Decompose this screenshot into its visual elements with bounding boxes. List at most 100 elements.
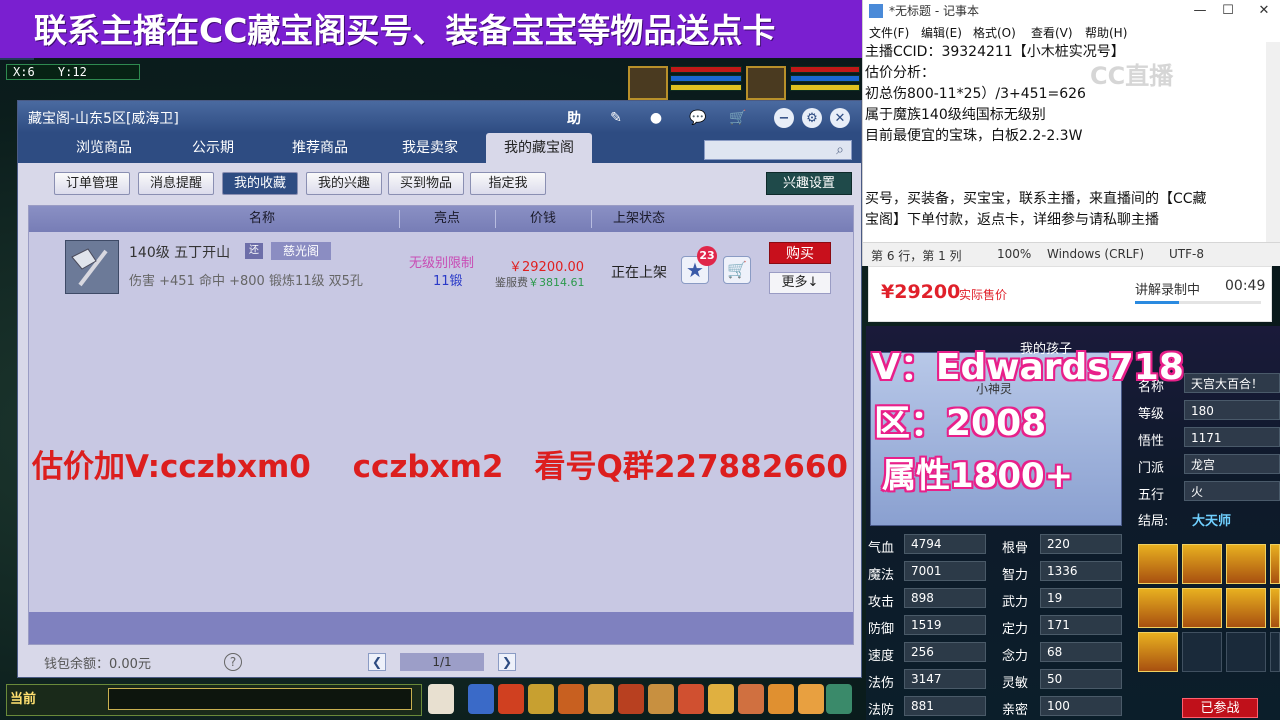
search-input[interactable] [704, 140, 852, 160]
interest-settings-button[interactable]: 兴趣设置 [766, 172, 852, 195]
chat-icon[interactable]: 💬 [686, 107, 710, 129]
record-icon[interactable]: ● [644, 107, 668, 129]
settings-icon[interactable]: ⚙ [802, 108, 822, 128]
coord-y: Y:12 [57, 65, 87, 79]
info-value-element: 火 [1184, 481, 1280, 501]
empty-skill-slot[interactable] [1270, 632, 1280, 672]
table-row[interactable]: 140级 五丁开山 还 慈光阁 伤害 +451 命中 +800 锻炼11级 双5… [29, 234, 853, 298]
skill-slot-icon[interactable] [1270, 588, 1280, 628]
skill-slot-icon[interactable] [1138, 544, 1178, 584]
skill-slot-icon[interactable] [1226, 544, 1266, 584]
info-value-insight: 1171 [1184, 427, 1280, 447]
notepad-line [865, 147, 1269, 168]
menu-edit[interactable]: 编辑(E) [921, 24, 962, 41]
tab-publicity[interactable]: 公示期 [168, 133, 258, 163]
item-quickslot-icon[interactable] [738, 684, 764, 714]
notepad-line: 初总伤800-11*25）/3+451=626 [865, 86, 1086, 102]
ending-value: 大天师 [1192, 514, 1232, 529]
skill-slot-icon[interactable] [1226, 588, 1266, 628]
item-quickslot-icon[interactable] [708, 684, 734, 714]
more-button[interactable]: 更多↓ [769, 272, 831, 294]
page-next-button[interactable]: ❯ [498, 653, 516, 671]
menu-format[interactable]: 格式(O) [973, 24, 1016, 41]
stat-value: 3147 [904, 669, 986, 689]
item-quickslot-icon[interactable] [588, 684, 614, 714]
recording-time: 00:49 [1225, 278, 1266, 294]
skill-slot-icon[interactable] [1182, 544, 1222, 584]
help-button[interactable]: 助 [562, 107, 586, 129]
stat-value: 7001 [904, 561, 986, 581]
player-portrait[interactable] [746, 66, 786, 100]
my-favorites-button[interactable]: 我的收藏 [222, 172, 298, 195]
info-value-level: 180 [1184, 400, 1280, 420]
pet-status-bars [670, 66, 742, 100]
axe-icon[interactable] [65, 240, 119, 294]
menu-file[interactable]: 文件(F) [869, 24, 909, 41]
info-label: 名称 [1138, 380, 1165, 395]
line-ending: Windows (CRLF) [1047, 247, 1145, 261]
empty-skill-slot[interactable] [1182, 632, 1222, 672]
tab-recommended[interactable]: 推荐商品 [268, 133, 372, 163]
add-to-cart-button[interactable]: 🛒 [723, 256, 751, 284]
item-quickslot-icon[interactable] [528, 684, 554, 714]
chat-channel-label[interactable]: 当前 [10, 688, 36, 707]
col-name: 名称 [248, 211, 275, 226]
close-icon[interactable]: ✕ [1249, 0, 1279, 22]
notepad-window: *无标题 - 记事本 — ☐ ✕ 文件(F) 编辑(E) 格式(O) 查看(V)… [862, 0, 1280, 266]
edit-icon[interactable]: ✎ [604, 107, 628, 129]
purchased-items-button[interactable]: 买到物品 [388, 172, 464, 195]
list-footer-bar [29, 612, 853, 644]
minimize-icon[interactable]: — [1185, 0, 1215, 22]
minimize-icon[interactable]: − [774, 108, 794, 128]
item-name: 140级 五丁开山 [129, 245, 231, 261]
stat-label: 亲密 [1002, 703, 1029, 718]
encoding: UTF-8 [1169, 247, 1204, 261]
tab-my-pavilion[interactable]: 我的藏宝阁 [486, 133, 592, 163]
cursor-position: 第 6 行，第 1 列 [871, 249, 962, 263]
item-quickslot-icon[interactable] [798, 684, 824, 714]
actual-price-label: 实际售价 [959, 288, 1008, 302]
page-prev-button[interactable]: ❮ [368, 653, 386, 671]
close-icon[interactable]: ✕ [830, 108, 850, 128]
item-quickslot-icon[interactable] [768, 684, 794, 714]
designated-me-button[interactable]: 指定我 [470, 172, 546, 195]
notepad-text-area[interactable]: 主播CCID：39324211【小木桩实况号】 估价分析： 初总伤800-11*… [863, 42, 1269, 242]
stat-value: 68 [1040, 642, 1122, 662]
item-quickslot-icon[interactable] [678, 684, 704, 714]
empty-skill-slot[interactable] [1226, 632, 1266, 672]
sword-icon[interactable] [468, 684, 494, 714]
window-titlebar[interactable]: 藏宝阁-山东5区[威海卫] 助 ✎ ● 💬 🛒 − ⚙ ✕ [18, 101, 861, 133]
pet-portrait[interactable] [628, 66, 668, 100]
buy-button[interactable]: 购买 [769, 242, 831, 264]
help-icon[interactable]: ? [224, 653, 242, 671]
item-quickslot-icon[interactable] [648, 684, 674, 714]
notepad-line: 目前最便宜的宝珠，白板2.2-2.3W [865, 128, 1083, 144]
message-reminder-button[interactable]: 消息提醒 [138, 172, 214, 195]
skill-slot-icon[interactable] [1138, 588, 1178, 628]
tab-browse[interactable]: 浏览商品 [52, 133, 156, 163]
item-tag-badge: 还 [245, 243, 263, 259]
col-highlight: 亮点 [433, 211, 460, 226]
menu-view[interactable]: 查看(V) [1031, 24, 1073, 41]
maximize-icon[interactable]: ☐ [1213, 0, 1243, 22]
chat-input[interactable] [108, 688, 412, 710]
tab-seller[interactable]: 我是卖家 [378, 133, 482, 163]
item-quickslot-icon[interactable] [558, 684, 584, 714]
ending-label: 结局: [1138, 514, 1169, 529]
my-interests-button[interactable]: 我的兴趣 [306, 172, 382, 195]
panda-icon[interactable] [428, 684, 454, 714]
skill-slot-icon[interactable] [1182, 588, 1222, 628]
skill-slot-icon[interactable] [1270, 544, 1280, 584]
skill-slot-icon[interactable] [1138, 632, 1178, 672]
item-quickslot-icon[interactable] [498, 684, 524, 714]
search-icon[interactable]: ⌕ [831, 141, 849, 159]
menu-help[interactable]: 帮助(H) [1085, 24, 1127, 41]
item-forge-level: 11锻 [433, 274, 463, 289]
cart-icon[interactable]: 🛒 [726, 107, 750, 129]
item-quickslot-icon[interactable] [618, 684, 644, 714]
joined-battle-button[interactable]: 已参战 [1182, 698, 1258, 718]
favorites-list: 名称 亮点 价钱 上架状态 140级 五丁开山 还 慈光阁 伤害 +451 命中… [28, 205, 854, 645]
notepad-scrollbar[interactable] [1266, 42, 1280, 242]
order-management-button[interactable]: 订单管理 [54, 172, 130, 195]
item-quickslot-icon[interactable] [826, 684, 852, 714]
